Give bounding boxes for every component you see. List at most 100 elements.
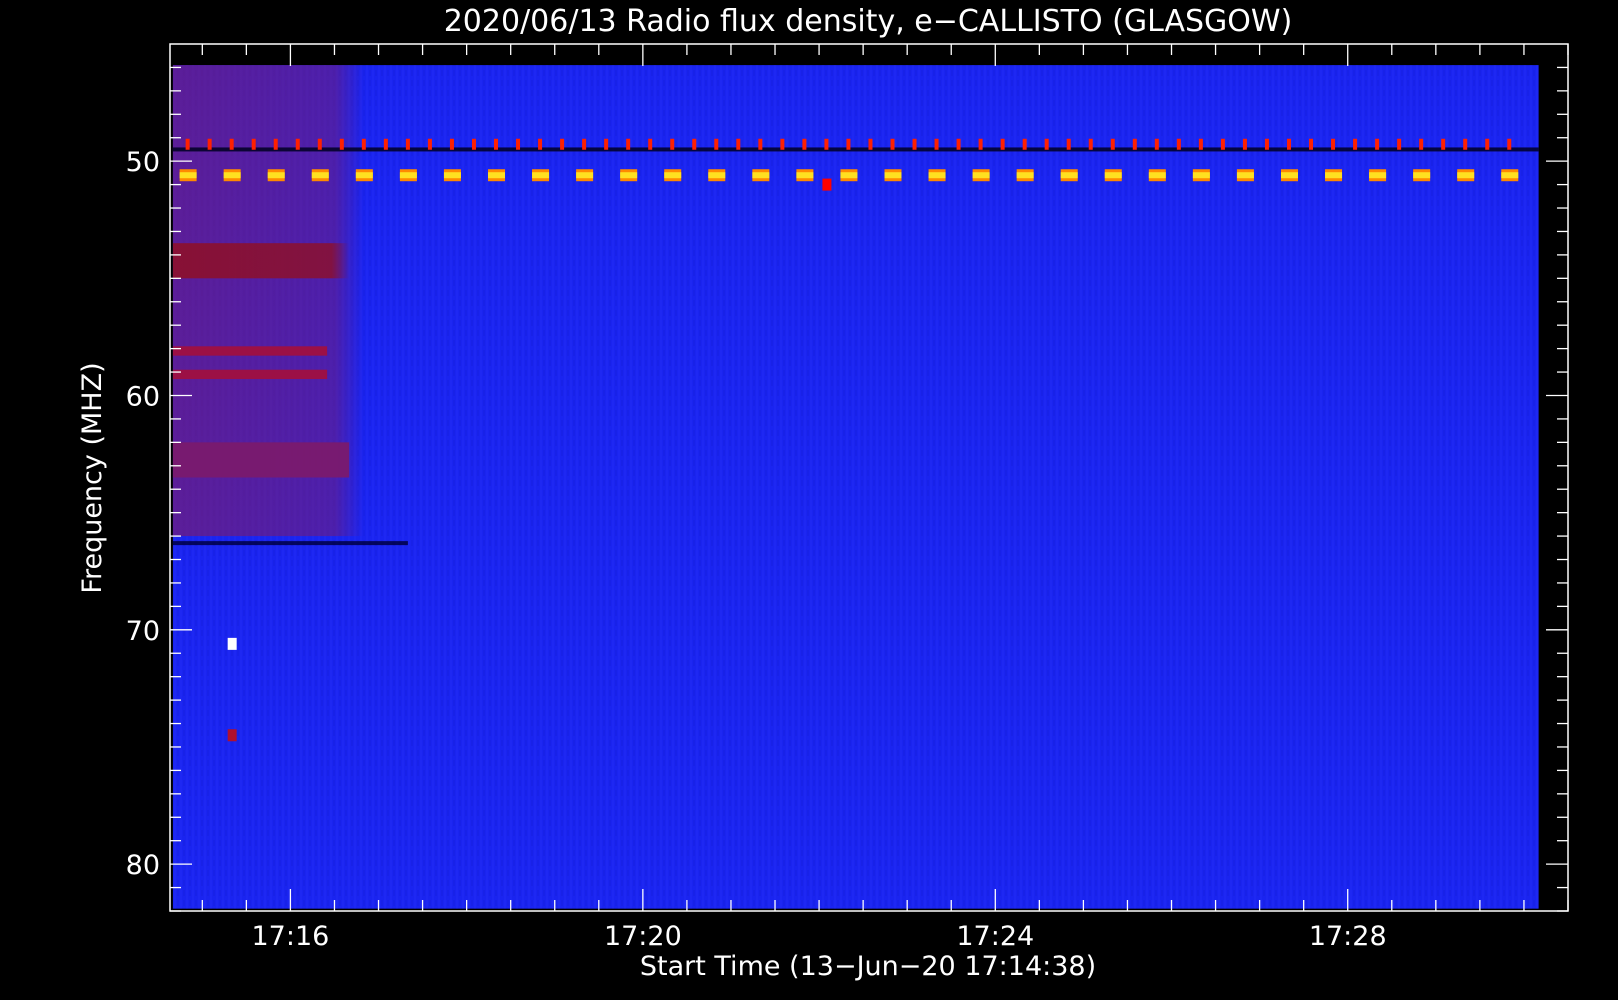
red-spike-mark-56 — [1419, 138, 1424, 150]
red-spike-mark-20 — [626, 138, 631, 150]
yellow-block-core-30 — [1501, 172, 1519, 179]
red-spike-mark-22 — [670, 138, 675, 150]
chart-title: 2020/06/13 Radio flux density, e−CALLIST… — [444, 4, 1293, 39]
red-spike-mark-33 — [912, 138, 917, 150]
red-spike-mark-60 — [1507, 138, 1512, 150]
red-spike-mark-37 — [1000, 138, 1005, 150]
feature-red-spikes-49.3 — [185, 138, 1512, 150]
red-spike-mark-58 — [1463, 138, 1468, 150]
red-spike-mark-51 — [1309, 138, 1314, 150]
yellow-block-core-2 — [267, 172, 285, 179]
red-spike-mark-0 — [185, 138, 190, 150]
x-tick-label-1: 17:20 — [604, 921, 682, 952]
red-spike-mark-43 — [1132, 138, 1137, 150]
red-spike-mark-6 — [317, 138, 322, 150]
red-spike-mark-15 — [516, 138, 521, 150]
red-spike-mark-38 — [1022, 138, 1027, 150]
yellow-block-core-11 — [664, 172, 682, 179]
feature-spot-74.5 — [227, 729, 237, 742]
red-spike-mark-45 — [1176, 138, 1181, 150]
red-spike-mark-32 — [890, 138, 895, 150]
red-spike-mark-50 — [1286, 138, 1291, 150]
yellow-block-core-7 — [488, 172, 506, 179]
red-spike-mark-46 — [1198, 138, 1203, 150]
spectrogram-chart: 2020/06/13 Radio flux density, e−CALLIST… — [77, 4, 1569, 982]
yellow-block-core-22 — [1148, 172, 1166, 179]
red-spike-mark-13 — [471, 138, 476, 150]
yellow-block-core-24 — [1236, 172, 1254, 179]
red-spike-mark-39 — [1044, 138, 1049, 150]
red-spike-mark-18 — [582, 138, 587, 150]
yellow-block-core-27 — [1369, 172, 1387, 179]
yellow-block-core-13 — [752, 172, 770, 179]
y-axis-label: Frequency (MHZ) — [77, 362, 108, 593]
red-spike-mark-2 — [229, 138, 234, 150]
red-spike-mark-25 — [736, 138, 741, 150]
feature-band-58 — [172, 346, 328, 356]
plot-area — [172, 65, 1539, 909]
red-spike-mark-4 — [273, 138, 278, 150]
yellow-block-core-18 — [972, 172, 990, 179]
red-spike-mark-3 — [251, 138, 256, 150]
red-spike-mark-59 — [1485, 138, 1490, 150]
red-spike-mark-55 — [1397, 138, 1402, 150]
yellow-block-core-17 — [928, 172, 946, 179]
red-spike-mark-36 — [978, 138, 983, 150]
feature-strong-band-54 — [172, 243, 350, 279]
spectrogram-noise — [172, 65, 1539, 909]
red-spike-mark-8 — [361, 138, 366, 150]
red-spike-mark-9 — [383, 138, 388, 150]
feature-band-62 — [172, 442, 350, 478]
yellow-block-core-8 — [532, 172, 550, 179]
yellow-block-core-12 — [708, 172, 726, 179]
red-spike-mark-28 — [802, 138, 807, 150]
red-spike-mark-47 — [1220, 138, 1225, 150]
y-tick-label-0: 50 — [126, 147, 160, 178]
red-spike-mark-29 — [824, 138, 829, 150]
yellow-block-core-9 — [576, 172, 594, 179]
x-tick-label-3: 17:28 — [1309, 921, 1387, 952]
red-spike-mark-23 — [692, 138, 697, 150]
red-spike-mark-34 — [934, 138, 939, 150]
yellow-block-core-25 — [1280, 172, 1298, 179]
yellow-block-core-28 — [1413, 172, 1431, 179]
red-spike-mark-57 — [1441, 138, 1446, 150]
yellow-block-core-4 — [355, 172, 373, 179]
red-spike-mark-35 — [956, 138, 961, 150]
red-spike-mark-49 — [1264, 138, 1269, 150]
red-spike-mark-10 — [405, 138, 410, 150]
yellow-block-core-16 — [884, 172, 902, 179]
yellow-block-core-19 — [1016, 172, 1034, 179]
yellow-block-core-29 — [1457, 172, 1475, 179]
red-spike-mark-41 — [1088, 138, 1093, 150]
red-spike-mark-26 — [758, 138, 763, 150]
red-spike-mark-7 — [339, 138, 344, 150]
red-spike-mark-42 — [1110, 138, 1115, 150]
yellow-block-core-15 — [840, 172, 858, 179]
yellow-block-core-23 — [1192, 172, 1210, 179]
yellow-block-core-1 — [223, 172, 241, 179]
red-spike-mark-5 — [295, 138, 300, 150]
red-spike-mark-48 — [1242, 138, 1247, 150]
yellow-block-core-20 — [1060, 172, 1078, 179]
x-axis-label: Start Time (13−Jun−20 17:14:38) — [640, 951, 1096, 982]
y-tick-label-1: 60 — [126, 381, 160, 412]
red-spike-mark-54 — [1375, 138, 1380, 150]
yellow-block-core-14 — [796, 172, 814, 179]
yellow-block-core-10 — [620, 172, 638, 179]
yellow-block-core-0 — [179, 172, 197, 179]
red-spike-mark-16 — [538, 138, 543, 150]
yellow-block-core-6 — [443, 172, 461, 179]
red-spike-mark-53 — [1353, 138, 1358, 150]
red-spike-mark-11 — [427, 138, 432, 150]
red-spike-mark-44 — [1154, 138, 1159, 150]
red-spike-mark-21 — [648, 138, 653, 150]
red-spike-mark-30 — [846, 138, 851, 150]
x-tick-label-2: 17:24 — [956, 921, 1034, 952]
yellow-block-core-3 — [311, 172, 329, 179]
feature-band-59 — [172, 369, 328, 380]
feature-spot-70.6 — [227, 637, 237, 650]
red-spike-mark-12 — [449, 138, 454, 150]
red-spike-mark-24 — [714, 138, 719, 150]
red-spike-mark-19 — [604, 138, 609, 150]
